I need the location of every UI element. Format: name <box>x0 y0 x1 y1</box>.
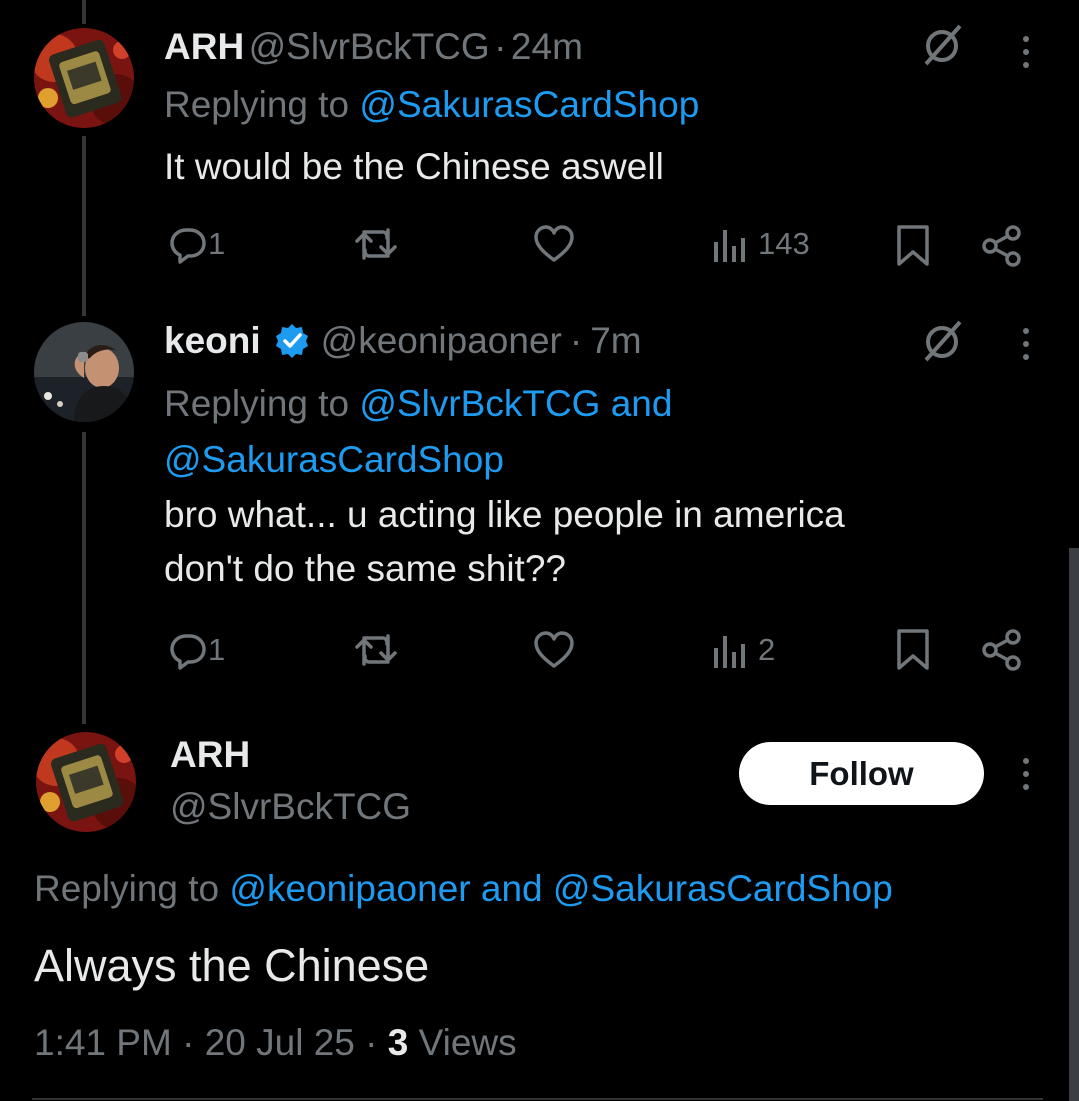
tweet-1-author-name[interactable]: ARH <box>164 26 244 67</box>
repost-icon <box>355 634 397 666</box>
tweet-2-separator: · <box>569 320 583 361</box>
views-count: 143 <box>758 226 810 261</box>
reply-button[interactable]: 1 <box>168 630 225 670</box>
divider <box>32 1098 1043 1100</box>
thread-line-bottom <box>82 432 86 724</box>
reply-button[interactable]: 1 <box>168 224 225 264</box>
tweet-2-text-line-2: don't do the same shit?? <box>164 548 566 589</box>
main-tweet-time[interactable]: 1:41 PM <box>34 1022 172 1063</box>
views-icon <box>714 636 745 668</box>
repost-icon <box>355 228 397 260</box>
reply-count: 1 <box>208 226 226 261</box>
more-icon[interactable] <box>1021 758 1031 790</box>
like-icon <box>534 631 574 668</box>
replying-prefix: Replying to <box>164 383 350 424</box>
tweet-2-handle[interactable]: @keonipaoner <box>321 320 562 362</box>
views-label: Views <box>418 1022 517 1063</box>
repost-button[interactable] <box>355 224 397 264</box>
verified-badge-icon <box>275 324 308 358</box>
main-tweet-date[interactable]: 20 Jul 25 <box>205 1022 355 1063</box>
meta-separator: · <box>365 1022 378 1063</box>
share-icon[interactable] <box>980 628 1024 677</box>
replying-to-link-2[interactable]: @SakurasCardShop <box>164 439 504 480</box>
tweet-2-text-line-1: bro what... u acting like people in amer… <box>164 494 845 535</box>
avatar-arh-main[interactable] <box>36 732 136 832</box>
tweet-1-separator: · <box>494 26 507 67</box>
grok-icon[interactable] <box>918 22 966 75</box>
replying-to-link[interactable]: @SakurasCardShop <box>359 84 699 125</box>
main-author-name[interactable]: ARH <box>170 734 250 776</box>
replying-to-link-1[interactable]: @SlvrBckTCG and <box>359 383 672 424</box>
tweet-2-text: bro what... u acting like people in amer… <box>164 488 845 596</box>
repost-button[interactable] <box>355 630 397 670</box>
tweet-2-time[interactable]: 7m <box>590 320 641 362</box>
follow-button[interactable]: Follow <box>739 742 984 805</box>
reply-icon <box>170 634 206 670</box>
thread-line-top <box>82 0 86 24</box>
tweet-1-replying-to: Replying to @SakurasCardShop <box>164 84 699 126</box>
scrollbar[interactable] <box>1069 548 1079 1101</box>
avatar-arh[interactable] <box>34 28 134 128</box>
main-tweet-meta: 1:41 PM · 20 Jul 25 · 3 Views <box>34 1022 517 1064</box>
more-icon[interactable] <box>1021 328 1031 360</box>
like-button[interactable] <box>533 224 575 264</box>
tweet-1-time[interactable]: 24m <box>511 26 583 67</box>
replying-prefix: Replying to <box>164 84 350 125</box>
reply-count: 1 <box>208 632 226 667</box>
grok-icon[interactable] <box>918 318 966 371</box>
tweet-1-text: It would be the Chinese aswell <box>164 146 664 187</box>
meta-separator: · <box>182 1022 195 1063</box>
main-replying-to: Replying to @keonipaoner and @SakurasCar… <box>34 868 893 910</box>
more-icon[interactable] <box>1021 36 1031 68</box>
main-author-handle[interactable]: @SlvrBckTCG <box>170 786 411 828</box>
thread-line-middle <box>82 136 86 316</box>
views-button[interactable]: 143 <box>712 224 810 264</box>
main-tweet-text: Always the Chinese <box>34 940 430 991</box>
tweet-2-author-name[interactable]: keoni <box>164 320 261 362</box>
reply-icon <box>170 228 206 264</box>
tweet-1-header: ARH @SlvrBckTCG · 24m <box>164 26 583 68</box>
replying-to-links[interactable]: @keonipaoner and @SakurasCardShop <box>229 868 892 909</box>
tweet-1-handle[interactable]: @SlvrBckTCG <box>249 26 490 67</box>
bookmark-icon[interactable] <box>893 628 933 677</box>
views-count: 2 <box>758 632 776 667</box>
views-button[interactable]: 2 <box>712 630 775 670</box>
tweet-2-header: keoni @keonipaoner · 7m <box>164 320 642 362</box>
views-icon <box>714 230 745 262</box>
like-icon <box>534 225 574 262</box>
bookmark-icon[interactable] <box>893 224 933 273</box>
replying-prefix: Replying to <box>34 868 220 909</box>
share-icon[interactable] <box>980 224 1024 273</box>
tweet-2-replying-to: Replying to @SlvrBckTCG and @SakurasCard… <box>164 376 672 488</box>
views-count: 3 <box>387 1022 409 1063</box>
avatar-keoni[interactable] <box>34 322 134 422</box>
like-button[interactable] <box>533 630 575 670</box>
